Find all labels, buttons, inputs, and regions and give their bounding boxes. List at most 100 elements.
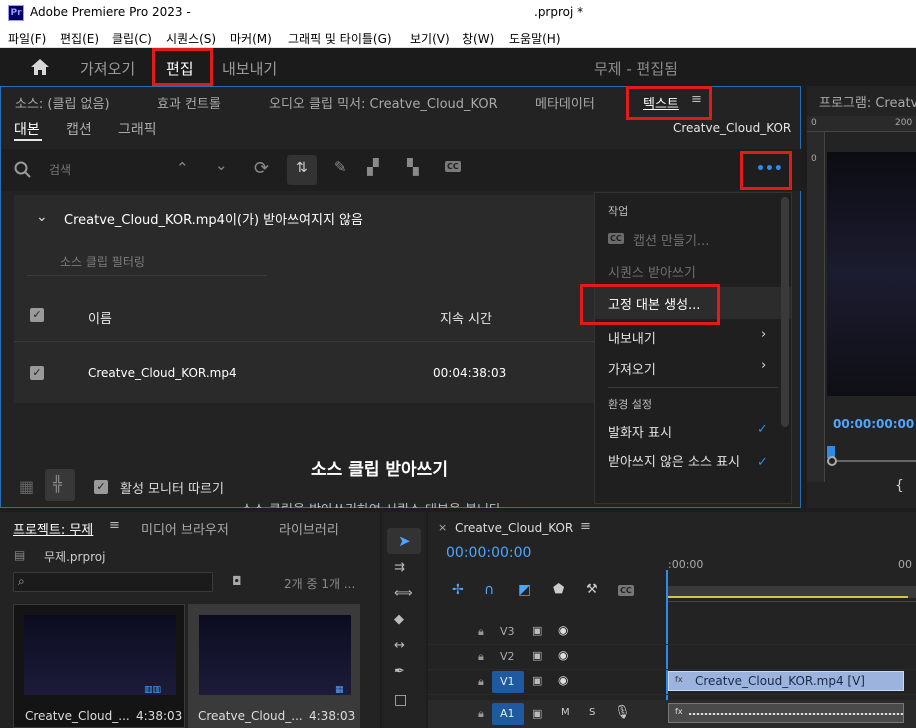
menu-clip[interactable]: 클립(C) (112, 30, 152, 47)
track-label-v2[interactable]: V2 (500, 650, 515, 663)
project-item-sequence[interactable]: ▥▥ Creatve_Cloud_... 4:38:03 (13, 604, 185, 728)
menu-marker[interactable]: 마커(M) (230, 30, 272, 47)
lock-icon[interactable]: 🔒︎ (478, 675, 484, 689)
program-scrubber[interactable] (827, 460, 916, 462)
close-tab-icon[interactable]: × (438, 521, 447, 534)
transcribe-description: 소스 클립을 받아쓰기하여 시퀀스 대본을 봅니다 (241, 499, 501, 508)
sequence-tab[interactable]: Creatve_Cloud_KOR (455, 521, 573, 535)
menu-scrollbar[interactable] (781, 197, 789, 427)
menu-item-show-untranscribed[interactable]: 받아쓰지 않은 소스 표시 (608, 454, 748, 472)
column-duration-header[interactable]: 지속 시간 (440, 308, 492, 327)
subtab-graphics[interactable]: 그래픽 (118, 119, 157, 139)
tab-project[interactable]: 프로젝트: 무제 (13, 519, 93, 538)
new-bin-icon[interactable]: ◘ (232, 574, 242, 588)
menu-item-create-captions[interactable]: 캡션 만들기... (633, 230, 709, 249)
filmstrip-icon[interactable]: ▦ (19, 477, 34, 496)
menu-view[interactable]: 보기(V) (410, 30, 450, 47)
chevron-up-icon[interactable]: ⌃ (176, 159, 189, 177)
snap-icon[interactable]: ∩ (484, 582, 494, 598)
panel-menu-icon[interactable]: ≡ (109, 518, 120, 533)
select-all-checkbox[interactable]: ✓ (30, 308, 44, 322)
lock-icon[interactable]: 🔒︎ (478, 625, 484, 639)
menu-item-transcribe-sequence[interactable]: 시퀀스 받아쓰기 (608, 262, 696, 281)
cc-icon[interactable]: CC (445, 161, 461, 172)
subtab-transcript[interactable]: 대본 (14, 119, 40, 139)
linked-selection-icon[interactable]: ◩ (518, 582, 531, 598)
overwrite-icon[interactable]: ▚ (407, 158, 419, 176)
search-input[interactable] (49, 159, 149, 181)
track-target-a1[interactable]: A1 (492, 703, 524, 725)
timeline-ruler[interactable]: :00:00 00 (666, 556, 916, 602)
menu-item-import[interactable]: 가져오기 (608, 359, 656, 378)
track-select-icon[interactable]: ⇉ (394, 560, 405, 575)
wrench-icon[interactable]: ⚒ (586, 582, 598, 597)
menu-file[interactable]: 파일(F) (8, 30, 46, 47)
pencil-icon[interactable]: ✎ (334, 158, 347, 176)
menu-edit[interactable]: 편집(E) (60, 30, 99, 47)
timeline-timecode[interactable]: 00:00:00:00 (446, 545, 531, 561)
workspace-tab-export[interactable]: 내보내기 (222, 58, 277, 79)
collapse-chevron-icon[interactable]: ⌄ (36, 209, 48, 225)
mute-button[interactable]: M (561, 707, 570, 718)
solo-button[interactable]: S (589, 707, 595, 718)
tab-metadata[interactable]: 메타데이터 (535, 93, 595, 112)
menu-graphics[interactable]: 그래픽 및 타이틀(G) (288, 30, 392, 47)
row-checkbox[interactable]: ✓ (30, 366, 44, 380)
menu-help[interactable]: 도움말(H) (509, 30, 561, 47)
program-timecode[interactable]: 00:00:00:00 (833, 417, 914, 431)
program-monitor-title[interactable]: 프로그램: Creatve (819, 92, 916, 111)
track-target-v1[interactable]: V1 (492, 671, 524, 693)
video-clip[interactable]: fx Creatve_Cloud_KOR.mp4 [V] (668, 671, 904, 691)
microphone-icon[interactable]: 🎙︎ (614, 705, 631, 720)
eye-icon[interactable]: ◉ (558, 648, 568, 662)
tab-libraries[interactable]: 라이브러리 (279, 519, 339, 538)
insert-icon[interactable]: ▞ (367, 158, 379, 176)
eye-icon[interactable]: ◉ (558, 623, 568, 637)
razor-icon[interactable]: ◆ (394, 612, 404, 627)
mark-in-icon[interactable]: { (895, 478, 904, 494)
workspace-tab-import[interactable]: 가져오기 (80, 58, 135, 79)
pen-icon[interactable]: ✒ (394, 664, 405, 679)
sync-lock-icon[interactable]: ▣ (532, 674, 542, 687)
marker-icon[interactable]: ⬟ (553, 582, 564, 597)
row-duration: 00:04:38:03 (433, 366, 507, 380)
search-icon[interactable] (14, 161, 32, 179)
chevron-down-icon[interactable]: ⌄ (215, 156, 228, 174)
column-name-header[interactable]: 이름 (88, 308, 112, 327)
track-label-v3[interactable]: V3 (500, 625, 515, 638)
lock-icon[interactable]: 🔒︎ (478, 650, 484, 664)
eye-icon[interactable]: ◉ (558, 673, 568, 687)
refresh-icon[interactable]: ⟳ (254, 158, 269, 179)
subtab-captions[interactable]: 캡션 (66, 119, 92, 139)
table-row[interactable]: ✓ Creatve_Cloud_KOR.mp4 00:04:38:03 (14, 342, 614, 402)
tab-effect-controls[interactable]: 효과 컨트롤 (157, 93, 221, 112)
menu-window[interactable]: 창(W) (462, 30, 494, 47)
clip-tree-button[interactable]: ╬ (45, 469, 75, 501)
menu-item-show-speakers[interactable]: 발화자 표시 (608, 422, 672, 441)
selection-tool[interactable]: ➤ (387, 528, 421, 554)
tab-audio-clip-mixer[interactable]: 오디오 클립 믹서: Creatve_Cloud_KOR (269, 93, 498, 112)
ripple-edit-icon[interactable]: ⟺ (394, 586, 413, 601)
sync-lock-icon[interactable]: ▣ (532, 707, 542, 720)
sync-lock-icon[interactable]: ▣ (532, 624, 542, 637)
project-search-input[interactable]: ⌕ (13, 572, 213, 592)
tab-media-browser[interactable]: 미디어 브라우저 (141, 519, 229, 538)
menu-sequence[interactable]: 시퀀스(S) (166, 30, 216, 47)
split-segment-button[interactable]: ⇅ (287, 155, 317, 185)
rectangle-icon[interactable]: □ (394, 692, 407, 708)
nest-icon[interactable]: ✢ (452, 582, 464, 598)
cc-icon[interactable]: CC (618, 585, 634, 596)
program-scrubber-handle[interactable] (827, 456, 837, 466)
render-bar (666, 596, 908, 598)
slip-icon[interactable]: ↔ (394, 638, 405, 653)
panel-menu-icon[interactable]: ≡ (580, 519, 591, 534)
lock-icon[interactable]: 🔒︎ (478, 707, 484, 721)
follow-monitor-checkbox[interactable]: ✓ (94, 480, 108, 494)
home-icon[interactable] (30, 58, 50, 76)
sync-lock-icon[interactable]: ▣ (532, 649, 542, 662)
audio-clip[interactable]: fx (668, 703, 904, 723)
tab-source[interactable]: 소스: (클립 없음) (15, 93, 110, 112)
menu-item-export[interactable]: 내보내기 (608, 328, 656, 347)
project-item-clip[interactable]: ▦ Creatve_Cloud_... 4:38:03 (188, 604, 360, 728)
premiere-app-icon: Pr (8, 5, 24, 21)
